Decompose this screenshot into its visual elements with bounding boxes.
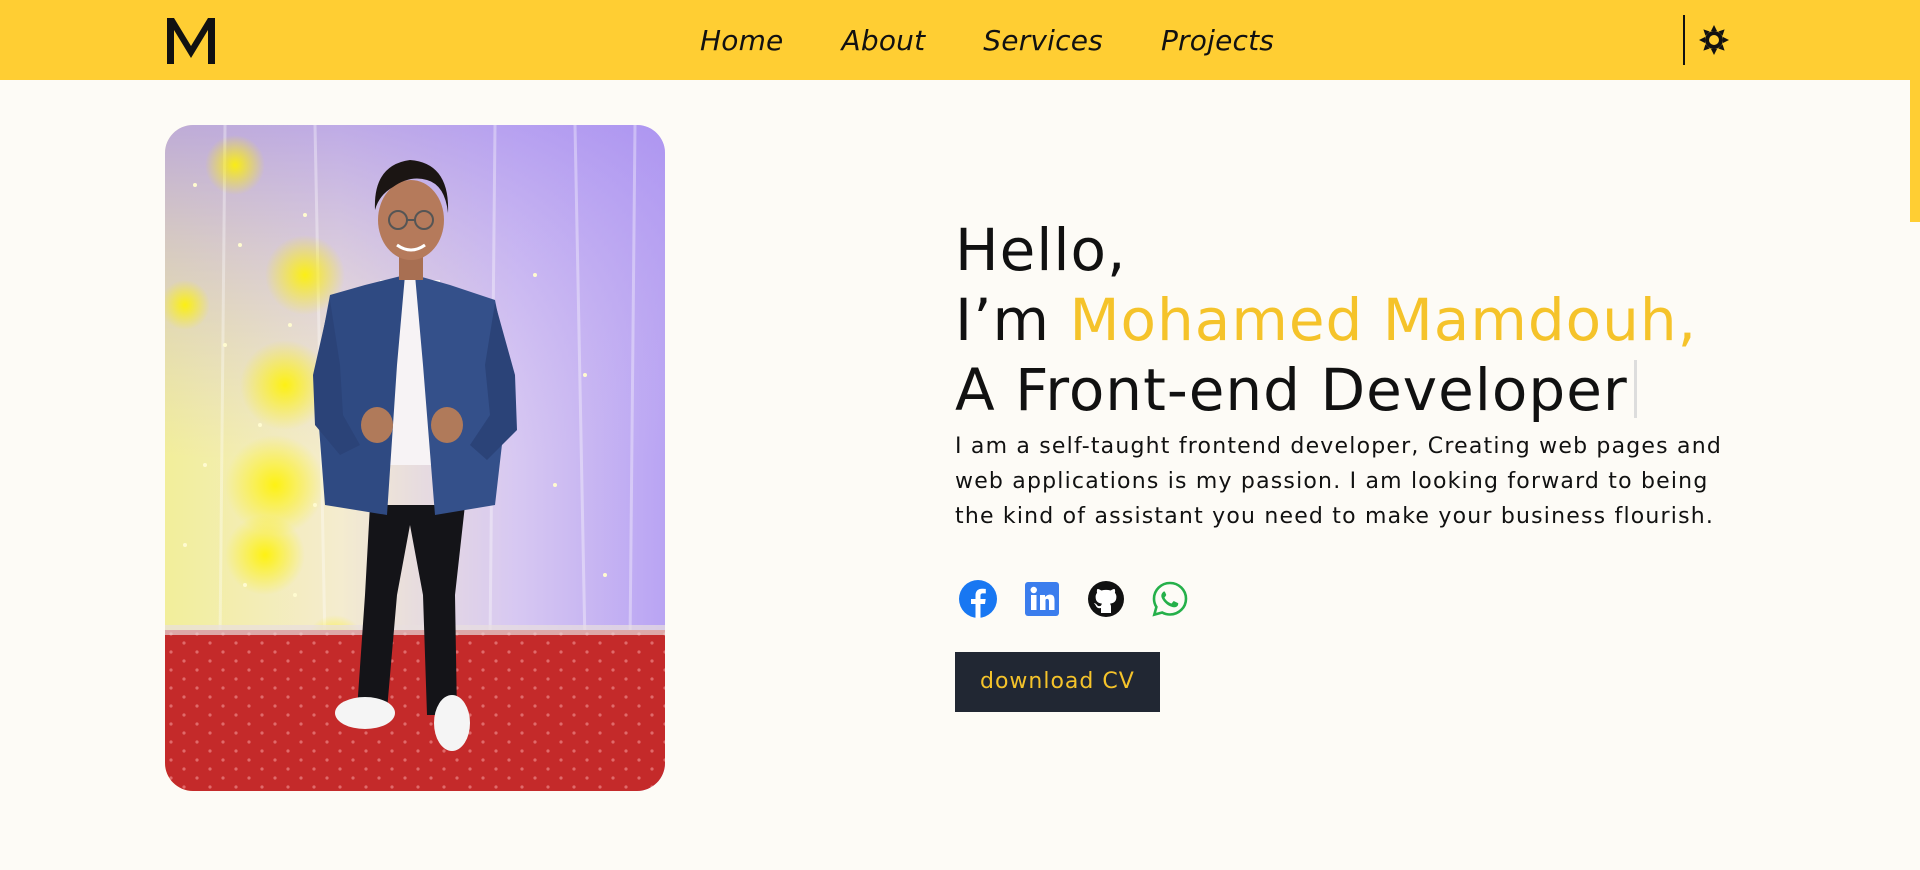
facebook-icon[interactable] [959,580,997,618]
github-icon[interactable] [1087,580,1125,618]
hero-intro: I’m [955,286,1051,354]
profile-photo [165,125,665,791]
sun-icon[interactable] [1698,24,1730,56]
nav-link-about[interactable]: About [842,24,926,57]
logo-icon[interactable] [163,12,219,68]
nav-link-projects[interactable]: Projects [1161,24,1274,57]
nav-links: Home About Services Projects [700,0,1274,80]
typing-cursor [1633,360,1637,418]
social-links [955,580,1755,618]
hero-section: Hello, I’m Mohamed Mamdouh, A Front-end … [955,215,1755,712]
hero-intro-line: I’m Mohamed Mamdouh, [955,285,1755,355]
top-navbar: Home About Services Projects [0,0,1920,80]
hero-name: Mohamed Mamdouh, [1069,286,1698,354]
download-cv-button[interactable]: download CV [955,652,1160,712]
hero-bio: I am a self-taught frontend developer, C… [955,434,1723,529]
scroll-indicator[interactable] [1910,80,1920,222]
linkedin-icon[interactable] [1023,580,1061,618]
hero-greeting: Hello, [955,216,1127,284]
nav-link-home[interactable]: Home [700,24,784,57]
hero-role: A Front-end Developer [955,356,1628,424]
nav-divider [1683,15,1685,65]
nav-link-services[interactable]: Services [983,24,1103,57]
whatsapp-icon[interactable] [1151,580,1189,618]
hero-role-line: A Front-end Developer [955,355,1755,425]
